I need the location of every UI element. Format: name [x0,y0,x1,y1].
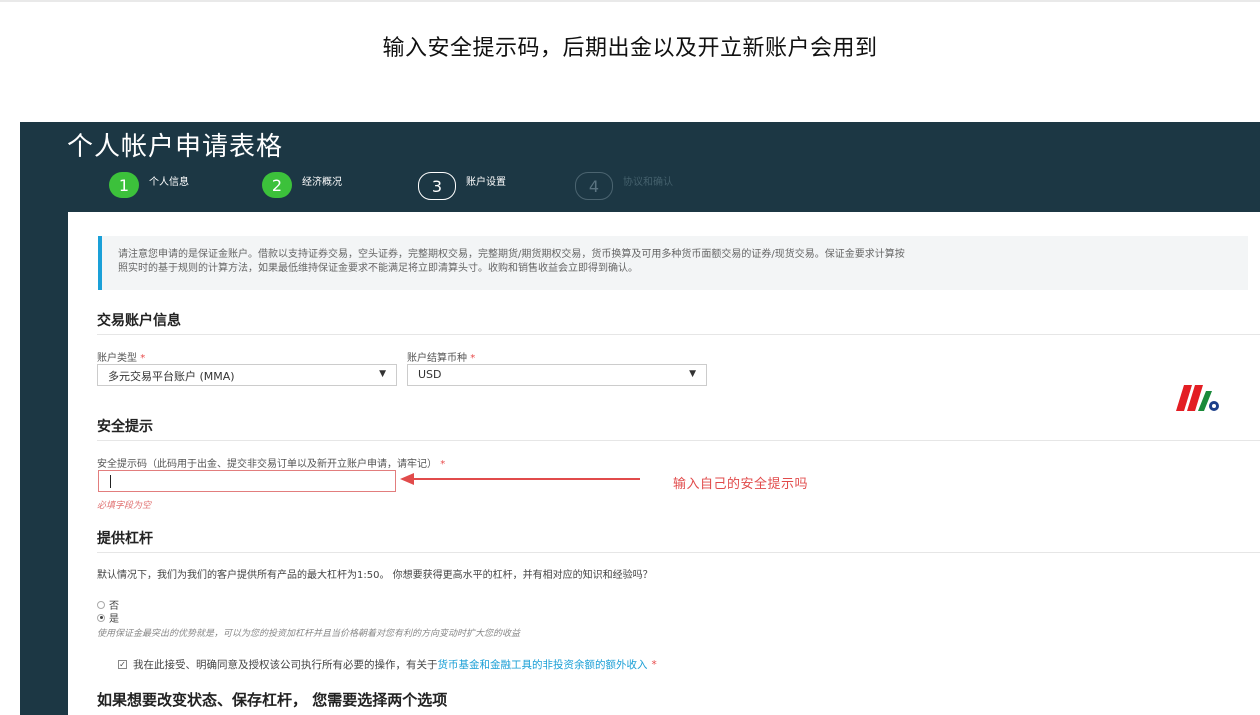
checkbox-checked[interactable]: ✓ [118,660,127,669]
step-label: 协议和确认 [623,177,673,188]
security-code-label: 安全提示码（此码用于出金、提交非交易订单以及新开立账户申请，请牢记） * [97,459,446,470]
step-label: 个人信息 [149,177,189,188]
account-type-select[interactable]: 多元交易平台账户 (MMA) ▼ [97,364,397,386]
step-2[interactable]: 2 经济概况 [262,172,342,198]
annotation-arrow-line [412,478,640,480]
account-type-label: 账户类型 * [97,353,146,364]
step-3[interactable]: 3 账户设置 [418,172,506,200]
currency-value: USD [418,368,442,381]
annotation-text: 输入自己的安全提示吗 [673,477,809,492]
security-code-input[interactable] [98,470,396,492]
step-number: 1 [109,172,139,198]
trading-section-title: 交易账户信息 [97,313,181,329]
caret-down-icon: ▼ [379,369,386,379]
currency-select[interactable]: USD ▼ [407,364,707,386]
leverage-section-title: 提供杠杆 [97,531,153,547]
bottom-heading: 如果想要改变状态、保存杠杆， 您需要选择两个选项 [97,691,448,709]
step-number: 3 [418,172,456,200]
radio-circle-selected [97,613,105,622]
notice-line-2: 照实时的基于规则的计算方法，如果最低维持保证金要求不能满足将立即清算头寸。收购和… [118,263,638,274]
step-label: 经济概况 [302,177,342,188]
account-type-value: 多元交易平台账户 (MMA) [108,370,235,383]
currency-label: 账户结算币种 * [407,353,476,364]
step-4: 4 协议和确认 [575,172,673,200]
step-number: 2 [262,172,292,198]
section-divider [97,334,1260,335]
text-cursor [110,475,111,488]
step-1[interactable]: 1 个人信息 [109,172,189,198]
consent-link[interactable]: 货币基金和金融工具的非投资余额的额外收入 [438,657,648,672]
required-error: 必填字段为空 [97,501,152,511]
step-number: 4 [575,172,613,200]
brand-stripes-logo [1176,385,1219,411]
form-screenshot: 个人帐户申请表格 1 个人信息 2 经济概况 3 账户设置 4 协议和确认 请注… [20,122,1260,715]
caret-down-icon: ▼ [689,369,696,379]
consent-checkbox-row[interactable]: ✓ 我在此接受、明确同意及授权该公司执行所有必要的操作，有关于 货币基金和金融工… [118,657,657,672]
margin-notice: 请注意您申请的是保证金账户。借款以支持证券交易，空头证券，完整期权交易，完整期货… [98,236,1248,290]
leverage-question: 默认情况下，我们为我们的客户提供所有产品的最大杠杆为1:50。 你想要获得更高水… [97,570,653,581]
top-divider [0,0,1260,2]
form-title: 个人帐户申请表格 [67,132,284,162]
security-section-title: 安全提示 [97,419,153,435]
section-divider [97,552,1260,553]
radio-circle [97,600,105,609]
step-label: 账户设置 [466,177,506,188]
section-divider [97,440,1260,441]
form-panel: 请注意您申请的是保证金账户。借款以支持证券交易，空头证券，完整期权交易，完整期货… [68,212,1260,715]
radio-yes[interactable]: 是 [97,610,119,625]
notice-line-1: 请注意您申请的是保证金账户。借款以支持证券交易，空头证券，完整期权交易，完整期货… [118,249,905,260]
leverage-hint: 使用保证金最突出的优势就是，可以为您的投资加杠杆并且当价格朝着对您有利的方向变动… [97,629,521,639]
tutorial-caption: 输入安全提示码，后期出金以及开立新账户会用到 [382,36,878,61]
